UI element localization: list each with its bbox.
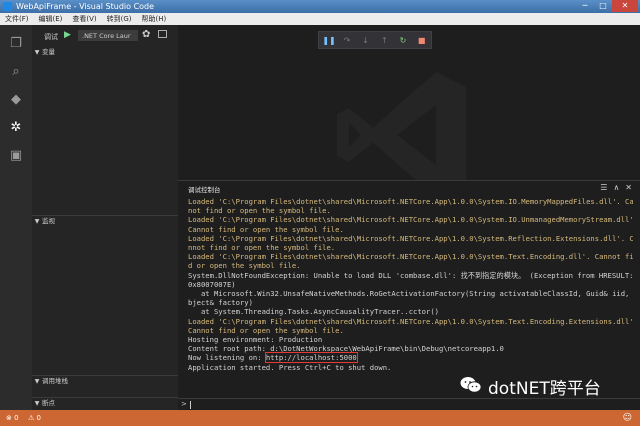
console-line: Loaded 'C:\Program Files\dotnet\shared\M… <box>188 252 633 262</box>
feedback-smile-icon[interactable]: ☺ <box>623 413 632 423</box>
gear-icon[interactable]: ✿ <box>142 29 150 40</box>
console-line: 0x8007007E) <box>188 279 236 289</box>
debug-icon[interactable]: ✲ <box>9 121 23 135</box>
menu-edit[interactable]: 编辑(E) <box>34 14 68 24</box>
debug-toolbar: 调试 ▶ .NET Core Laur ✿ <box>32 25 178 47</box>
chevron-down-icon: ▼ <box>34 400 40 407</box>
call-stack-section[interactable]: ▼ 调用堆栈 <box>32 375 178 386</box>
console-line: Loaded 'C:\Program Files\dotnet\shared\M… <box>188 197 633 206</box>
console-line: Loaded 'C:\Program Files\dotnet\shared\M… <box>188 316 633 326</box>
console-line: Loaded 'C:\Program Files\dotnet\shared\M… <box>188 233 633 243</box>
menu-goto[interactable]: 转到(G) <box>102 14 137 24</box>
debug-sidebar: 调试 ▶ .NET Core Laur ✿ ▼ 变量 ▼ 监视 ▼ 调用堆栈 ▼ 断点 <box>32 25 178 410</box>
menu-file[interactable]: 文件(F) <box>0 14 34 24</box>
start-debug-icon[interactable]: ▶ <box>64 30 71 40</box>
chevron-down-icon: ▼ <box>34 49 40 56</box>
watch-section[interactable]: ▼ 监视 <box>32 215 178 226</box>
breakpoints-section[interactable]: ▼ 断点 <box>32 397 178 408</box>
console-line: Cannot find or open the symbol file. <box>188 325 344 335</box>
variables-label: 变量 <box>42 48 55 56</box>
brand-watermark: dotNET跨平台 <box>488 379 601 399</box>
console-line: Hosting environment: Production <box>188 335 323 345</box>
variables-section[interactable]: ▼ 变量 <box>32 47 178 57</box>
step-over-icon[interactable]: ↷ <box>341 36 353 45</box>
step-into-icon[interactable]: ↓ <box>360 36 372 45</box>
collapse-panel-icon[interactable]: ∧ <box>613 183 619 192</box>
explorer-icon[interactable]: ❐ <box>9 37 23 51</box>
debug-console-icon[interactable] <box>158 30 167 38</box>
extensions-icon[interactable]: ▣ <box>9 149 23 163</box>
floating-debug-toolbar: ❚❚ ↷ ↓ ↑ ↻ ■ <box>318 31 432 49</box>
call-stack-label: 调用堆栈 <box>42 377 68 385</box>
status-bar: ⊗ 0 ⚠ 0 ☺ <box>0 410 640 426</box>
minimize-button[interactable]: ─ <box>576 0 594 12</box>
listening-url-highlight[interactable]: http://localhost:5000 <box>264 352 358 364</box>
close-button[interactable]: ✕ <box>612 0 638 12</box>
vscode-watermark-icon <box>337 72 466 180</box>
repl-prompt: > <box>181 400 187 408</box>
window-title: WebApiFrame - Visual Studio Code <box>16 2 155 11</box>
text-cursor <box>190 401 191 409</box>
maximize-button[interactable]: □ <box>594 0 612 12</box>
console-line: at Microsoft.Win32.UnsafeNativeMethods.R… <box>188 289 633 299</box>
errors-count[interactable]: ⊗ 0 <box>6 414 19 422</box>
menu-bar: 文件(F) 编辑(E) 查看(V) 转到(G) 帮助(H) <box>0 13 640 25</box>
console-line: not find or open the symbol file. <box>188 206 331 216</box>
console-line: bject& factory) <box>188 298 253 308</box>
launch-config-select[interactable]: .NET Core Laur <box>78 30 138 41</box>
panel-actions: ☰ ∧ ✕ <box>600 183 632 192</box>
activity-bar: ❐ ⌕ ◆ ✲ ▣ <box>0 25 32 410</box>
restart-icon[interactable]: ↻ <box>397 36 409 45</box>
console-line-started: Application started. Press Ctrl+C to shu… <box>188 362 392 372</box>
step-out-icon[interactable]: ↑ <box>378 36 390 45</box>
breakpoints-label: 断点 <box>42 399 55 407</box>
pause-icon[interactable]: ❚❚ <box>322 36 335 45</box>
panel-title: 调试控制台 <box>188 186 221 194</box>
console-line: nnot find or open the symbol file. <box>188 243 336 253</box>
close-panel-icon[interactable]: ✕ <box>625 183 632 192</box>
vscode-app-icon <box>3 2 12 11</box>
menu-view[interactable]: 查看(V) <box>67 14 101 24</box>
listening-prefix: Now listening on: <box>188 353 266 363</box>
chevron-down-icon: ▼ <box>34 378 40 385</box>
console-line-listening: Now listening on: http://localhost:5000 <box>188 352 633 364</box>
clear-console-icon[interactable]: ☰ <box>600 183 607 192</box>
watch-label: 监视 <box>42 217 55 225</box>
console-line: d or open the symbol file. <box>188 261 301 271</box>
console-line: Loaded 'C:\Program Files\dotnet\shared\M… <box>188 215 633 225</box>
menu-help[interactable]: 帮助(H) <box>137 14 172 24</box>
stop-icon[interactable]: ■ <box>416 36 428 45</box>
wechat-logo-icon <box>460 377 482 393</box>
console-line: at System.Threading.Tasks.AsyncCausality… <box>188 307 439 317</box>
title-bar: WebApiFrame - Visual Studio Code ─ □ ✕ <box>0 0 640 13</box>
panel-header: 调试控制台 ☰ ∧ ✕ <box>178 181 640 195</box>
search-icon[interactable]: ⌕ <box>9 65 23 79</box>
console-output: Loaded 'C:\Program Files\dotnet\shared\M… <box>188 197 633 393</box>
chevron-down-icon: ▼ <box>34 218 40 225</box>
debug-label: 调试 <box>44 33 58 41</box>
git-icon[interactable]: ◆ <box>9 93 23 107</box>
window-controls: ─ □ ✕ <box>576 0 638 13</box>
console-line: Cannot find or open the symbol file. <box>188 224 344 234</box>
console-line: System.DllNotFoundException: Unable to l… <box>188 270 633 280</box>
warnings-count[interactable]: ⚠ 0 <box>28 414 41 422</box>
